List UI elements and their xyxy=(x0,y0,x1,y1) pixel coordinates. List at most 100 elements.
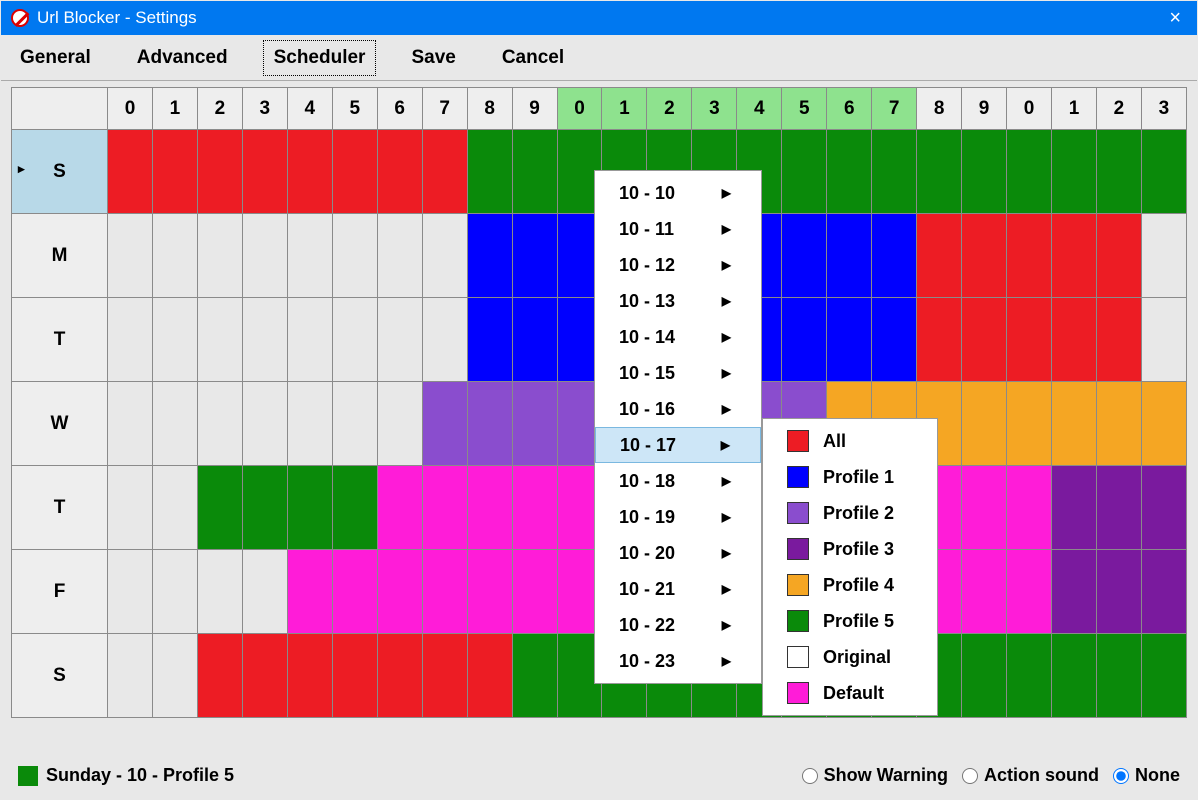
menu-item-profile[interactable]: Profile 5 xyxy=(763,603,937,639)
schedule-cell[interactable] xyxy=(1141,382,1186,466)
save-button[interactable]: Save xyxy=(400,40,466,76)
schedule-cell[interactable] xyxy=(422,298,467,382)
hour-header[interactable]: 6 xyxy=(827,88,872,130)
schedule-cell[interactable] xyxy=(872,130,917,214)
schedule-cell[interactable] xyxy=(1052,382,1097,466)
schedule-cell[interactable] xyxy=(917,130,962,214)
schedule-cell[interactable] xyxy=(152,550,197,634)
menu-item-range[interactable]: 10 - 17▶ xyxy=(595,427,761,463)
hour-header[interactable]: 9 xyxy=(962,88,1007,130)
hour-header[interactable]: 4 xyxy=(287,88,332,130)
schedule-cell[interactable] xyxy=(242,550,287,634)
schedule-cell[interactable] xyxy=(377,634,422,718)
radio-none[interactable]: None xyxy=(1113,765,1180,786)
day-header[interactable]: T xyxy=(12,466,108,550)
schedule-cell[interactable] xyxy=(197,550,242,634)
schedule-cell[interactable] xyxy=(1007,634,1052,718)
menu-item-profile[interactable]: Profile 2 xyxy=(763,495,937,531)
schedule-cell[interactable] xyxy=(1141,466,1186,550)
schedule-cell[interactable] xyxy=(332,382,377,466)
schedule-cell[interactable] xyxy=(872,298,917,382)
schedule-cell[interactable] xyxy=(512,382,557,466)
hour-header[interactable]: 6 xyxy=(377,88,422,130)
menu-item-range[interactable]: 10 - 20▶ xyxy=(595,535,761,571)
schedule-cell[interactable] xyxy=(1141,298,1186,382)
schedule-cell[interactable] xyxy=(1007,550,1052,634)
schedule-cell[interactable] xyxy=(1007,130,1052,214)
day-header[interactable]: T xyxy=(12,298,108,382)
schedule-cell[interactable] xyxy=(197,634,242,718)
schedule-cell[interactable] xyxy=(1052,130,1097,214)
schedule-cell[interactable] xyxy=(962,550,1007,634)
schedule-cell[interactable] xyxy=(332,298,377,382)
context-menu-time-range[interactable]: 10 - 10▶10 - 11▶10 - 12▶10 - 13▶10 - 14▶… xyxy=(594,170,762,684)
schedule-cell[interactable] xyxy=(1141,550,1186,634)
hour-header[interactable]: 3 xyxy=(242,88,287,130)
schedule-cell[interactable] xyxy=(422,550,467,634)
schedule-cell[interactable] xyxy=(917,298,962,382)
schedule-cell[interactable] xyxy=(962,298,1007,382)
schedule-cell[interactable] xyxy=(287,298,332,382)
menu-item-range[interactable]: 10 - 13▶ xyxy=(595,283,761,319)
schedule-cell[interactable] xyxy=(287,466,332,550)
schedule-cell[interactable] xyxy=(108,130,153,214)
schedule-cell[interactable] xyxy=(242,466,287,550)
schedule-cell[interactable] xyxy=(377,550,422,634)
radio-action-sound[interactable]: Action sound xyxy=(962,765,1099,786)
schedule-cell[interactable] xyxy=(1096,214,1141,298)
close-icon[interactable]: × xyxy=(1163,7,1187,30)
schedule-cell[interactable] xyxy=(962,382,1007,466)
menu-item-range[interactable]: 10 - 21▶ xyxy=(595,571,761,607)
hour-header[interactable]: 2 xyxy=(1096,88,1141,130)
schedule-cell[interactable] xyxy=(872,214,917,298)
menu-item-range[interactable]: 10 - 16▶ xyxy=(595,391,761,427)
schedule-cell[interactable] xyxy=(332,466,377,550)
hour-header[interactable]: 7 xyxy=(872,88,917,130)
schedule-cell[interactable] xyxy=(827,214,872,298)
schedule-cell[interactable] xyxy=(512,214,557,298)
hour-header[interactable]: 7 xyxy=(422,88,467,130)
day-header[interactable]: S xyxy=(12,130,108,214)
menu-item-range[interactable]: 10 - 10▶ xyxy=(595,175,761,211)
schedule-cell[interactable] xyxy=(1096,466,1141,550)
schedule-cell[interactable] xyxy=(1052,298,1097,382)
schedule-cell[interactable] xyxy=(152,298,197,382)
schedule-cell[interactable] xyxy=(197,382,242,466)
schedule-cell[interactable] xyxy=(377,382,422,466)
hour-header[interactable]: 1 xyxy=(602,88,647,130)
schedule-cell[interactable] xyxy=(422,130,467,214)
schedule-cell[interactable] xyxy=(1096,634,1141,718)
schedule-cell[interactable] xyxy=(467,550,512,634)
schedule-cell[interactable] xyxy=(332,634,377,718)
tab-general[interactable]: General xyxy=(9,40,102,76)
schedule-cell[interactable] xyxy=(512,130,557,214)
schedule-cell[interactable] xyxy=(152,634,197,718)
schedule-cell[interactable] xyxy=(467,298,512,382)
schedule-cell[interactable] xyxy=(242,214,287,298)
schedule-cell[interactable] xyxy=(1007,298,1052,382)
schedule-cell[interactable] xyxy=(782,298,827,382)
hour-header[interactable]: 4 xyxy=(737,88,782,130)
schedule-cell[interactable] xyxy=(1052,466,1097,550)
schedule-cell[interactable] xyxy=(377,466,422,550)
schedule-cell[interactable] xyxy=(827,298,872,382)
schedule-cell[interactable] xyxy=(108,550,153,634)
schedule-cell[interactable] xyxy=(242,298,287,382)
schedule-cell[interactable] xyxy=(242,130,287,214)
menu-item-range[interactable]: 10 - 18▶ xyxy=(595,463,761,499)
schedule-cell[interactable] xyxy=(422,466,467,550)
tab-advanced[interactable]: Advanced xyxy=(126,40,239,76)
schedule-cell[interactable] xyxy=(1141,634,1186,718)
schedule-cell[interactable] xyxy=(152,382,197,466)
schedule-cell[interactable] xyxy=(1096,130,1141,214)
radio-show-warning[interactable]: Show Warning xyxy=(802,765,948,786)
schedule-cell[interactable] xyxy=(782,214,827,298)
schedule-cell[interactable] xyxy=(962,130,1007,214)
hour-header[interactable]: 9 xyxy=(512,88,557,130)
schedule-cell[interactable] xyxy=(467,214,512,298)
schedule-cell[interactable] xyxy=(152,466,197,550)
schedule-cell[interactable] xyxy=(152,130,197,214)
hour-header[interactable]: 0 xyxy=(557,88,602,130)
schedule-cell[interactable] xyxy=(108,466,153,550)
schedule-cell[interactable] xyxy=(467,634,512,718)
